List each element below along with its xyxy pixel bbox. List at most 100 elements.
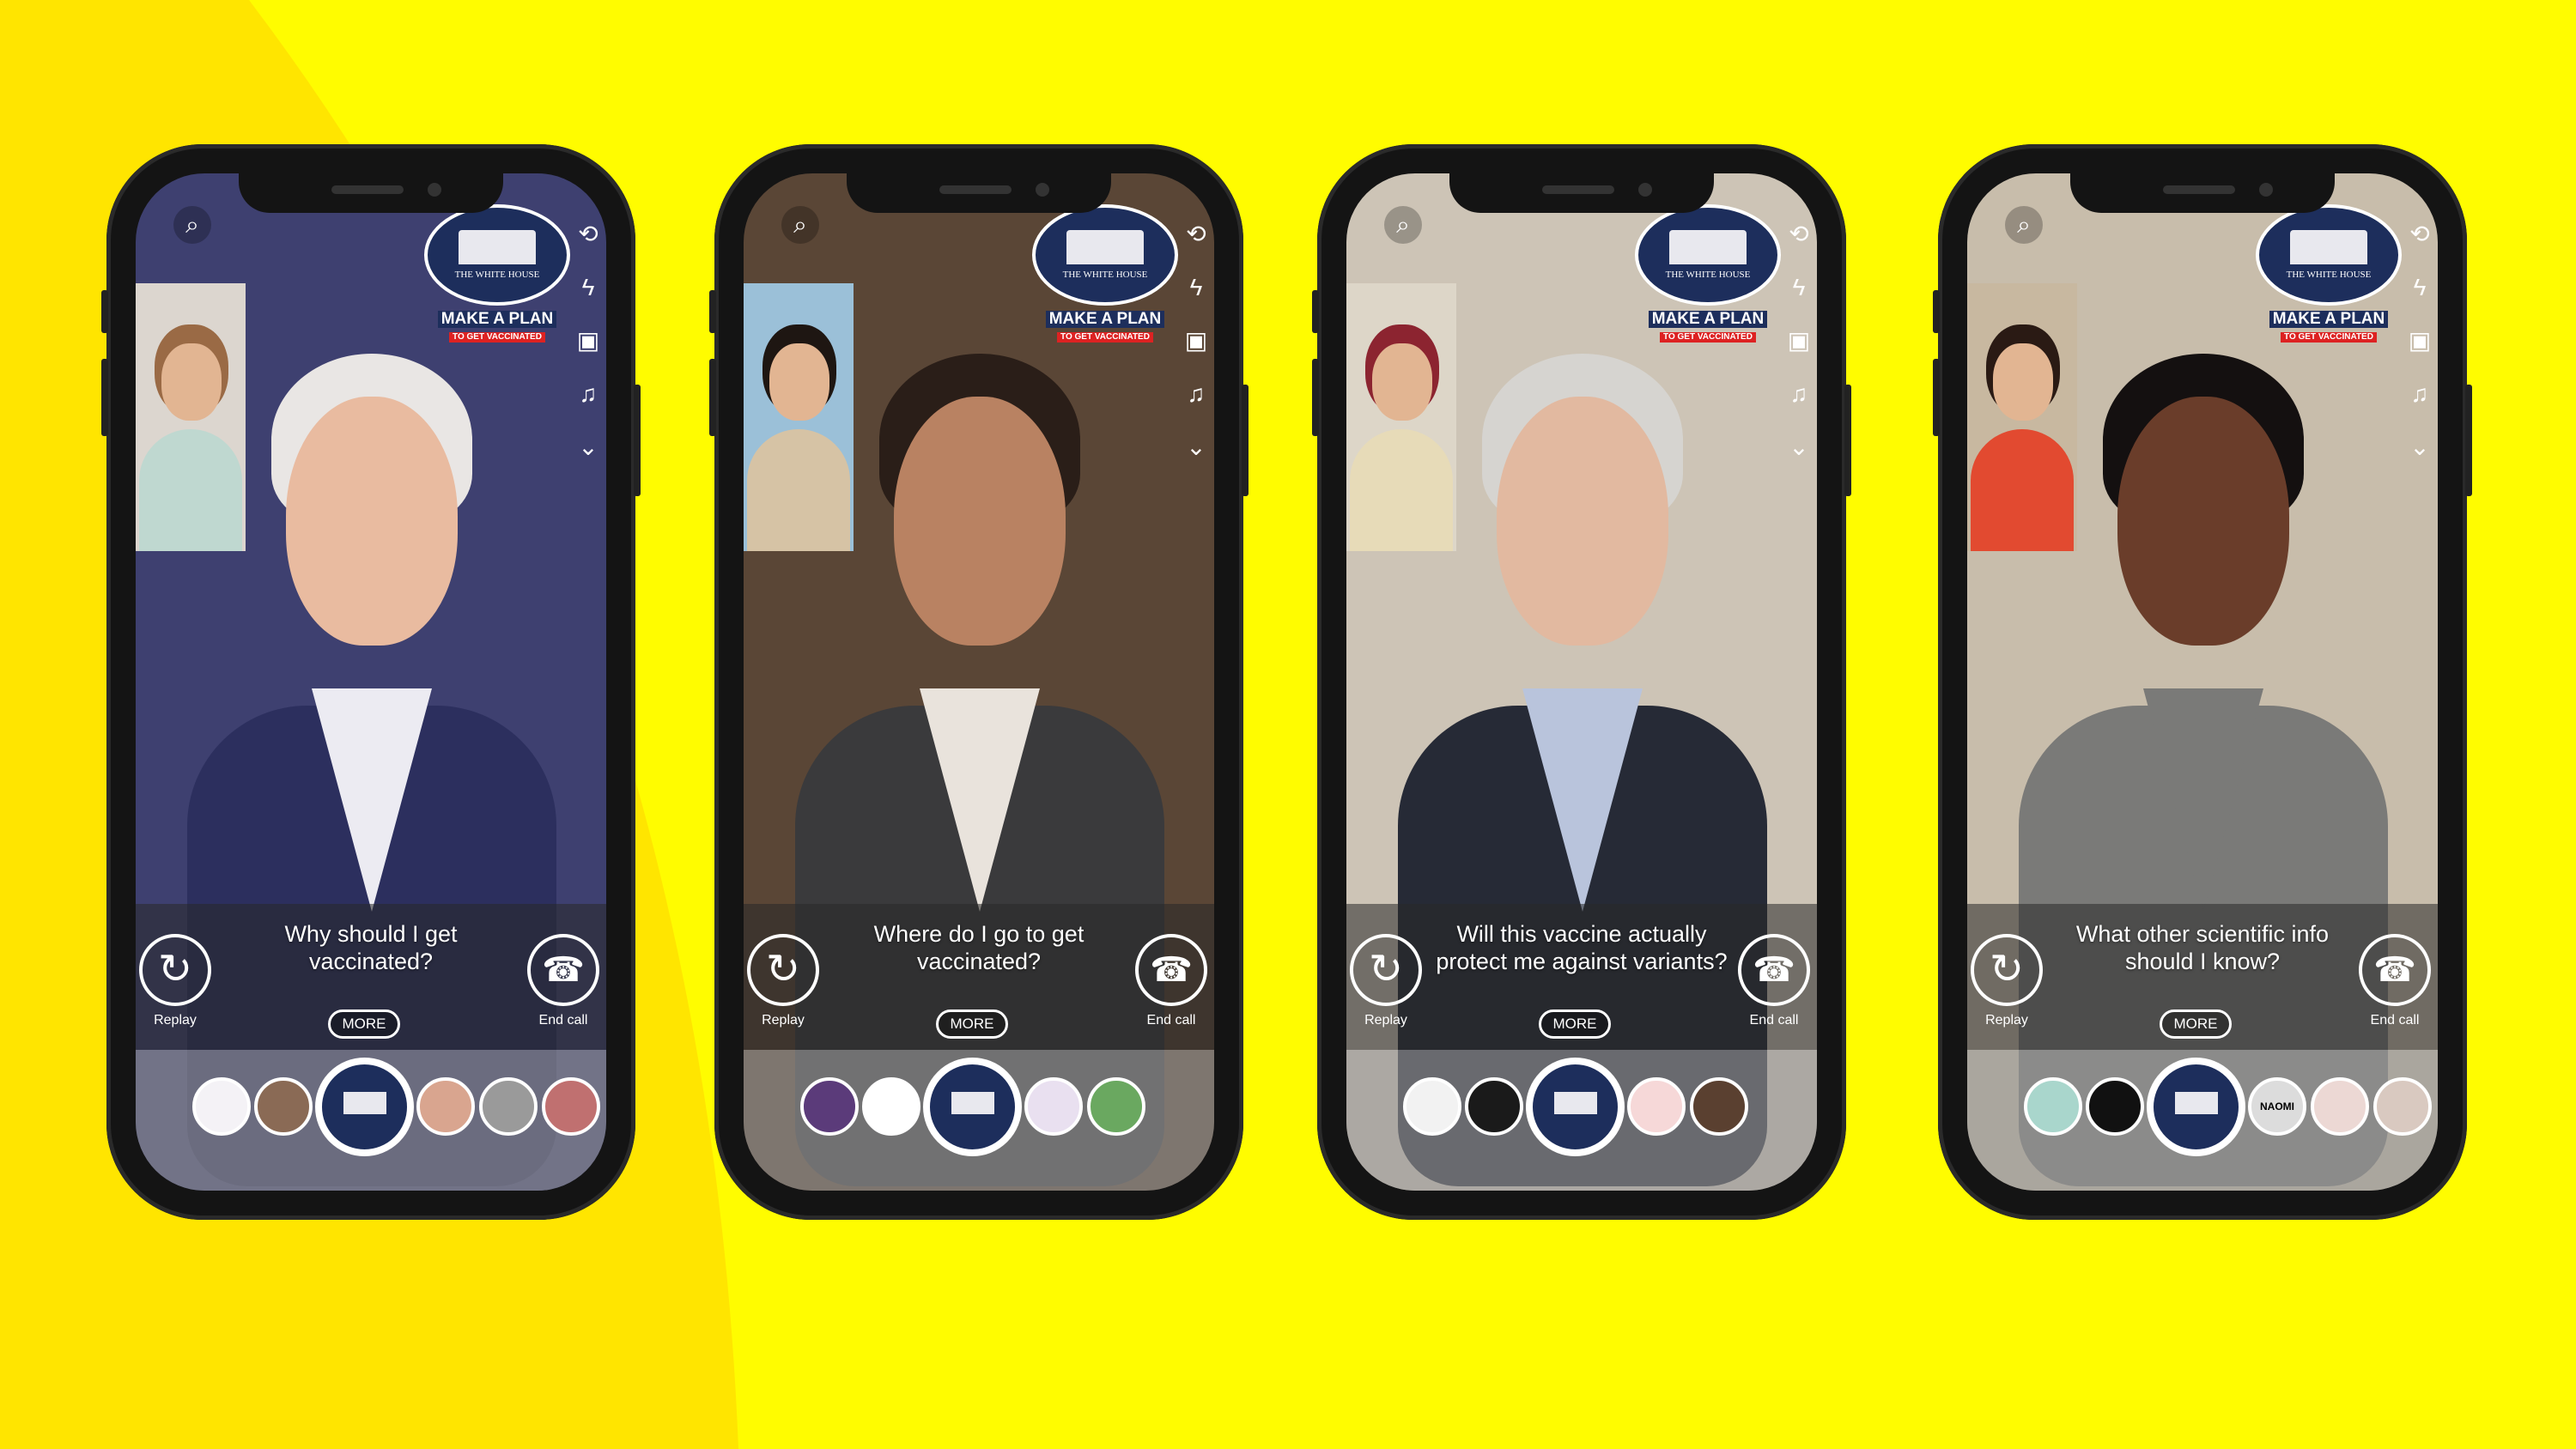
lens-button[interactable]	[2086, 1077, 2144, 1136]
snap-camera-screen: ⌕ THE WHITE HOUSE MAKE A PLAN TO GET VAC…	[136, 173, 606, 1191]
mute-switch	[709, 290, 716, 333]
replay-label: Replay	[1985, 1013, 2028, 1028]
logo-caption: THE WHITE HOUSE	[454, 270, 540, 280]
video-icon[interactable]: ▣	[1182, 314, 1211, 367]
chevron-down-icon[interactable]: ⌄	[1784, 421, 1814, 474]
volume-button	[1312, 359, 1319, 436]
lens-button[interactable]	[542, 1077, 600, 1136]
phone-4: ⌕ THE WHITE HOUSE MAKE A PLAN TO GET VAC…	[1933, 144, 2472, 1220]
replay-label: Replay	[762, 1013, 805, 1028]
make-a-plan-banner: MAKE A PLAN TO GET VACCINATED	[1635, 311, 1781, 343]
notch	[2070, 173, 2335, 213]
person-face	[2117, 397, 2289, 646]
search-icon[interactable]: ⌕	[2005, 206, 2043, 244]
video-icon[interactable]: ▣	[2405, 314, 2434, 367]
end-call-button[interactable]: ☎	[527, 934, 599, 1006]
more-button[interactable]: MORE	[1539, 1009, 1611, 1039]
more-button[interactable]: MORE	[2160, 1009, 2232, 1039]
white-house-lens-button[interactable]	[315, 1058, 414, 1156]
lens-button[interactable]	[1087, 1077, 1145, 1136]
flip-camera-icon[interactable]: ⟲	[1784, 208, 1814, 261]
replay-icon: ↻	[157, 947, 193, 992]
video-icon[interactable]: ▣	[1784, 314, 1814, 367]
lens-button[interactable]	[1465, 1077, 1523, 1136]
self-view-thumbnail[interactable]	[1967, 283, 2077, 551]
plan-line1: MAKE A PLAN	[2269, 311, 2389, 328]
replay-button[interactable]: ↻	[139, 934, 211, 1006]
plan-line1: MAKE A PLAN	[437, 311, 557, 328]
flash-icon[interactable]: ϟ	[1784, 261, 1814, 314]
self-view-thumbnail[interactable]	[744, 283, 854, 551]
music-icon[interactable]: ♫	[2405, 367, 2434, 421]
replay-icon: ↻	[1368, 947, 1404, 992]
logo-caption: THE WHITE HOUSE	[1665, 270, 1751, 280]
search-icon[interactable]: ⌕	[173, 206, 211, 244]
person-face	[286, 397, 458, 646]
music-icon[interactable]: ♫	[574, 367, 603, 421]
camera-toolbar: ⟲ ϟ ▣ ♫ ⌄	[2405, 208, 2434, 474]
lens-button[interactable]	[800, 1077, 859, 1136]
camera-toolbar: ⟲ ϟ ▣ ♫ ⌄	[574, 208, 603, 474]
self-view-thumbnail[interactable]	[1346, 283, 1456, 551]
lens-button[interactable]	[2373, 1077, 2432, 1136]
lens-button[interactable]	[416, 1077, 475, 1136]
phone-2: ⌕ THE WHITE HOUSE MAKE A PLAN TO GET VAC…	[709, 144, 1249, 1220]
search-icon[interactable]: ⌕	[781, 206, 819, 244]
flash-icon[interactable]: ϟ	[2405, 261, 2434, 314]
phone-hangup-icon: ☎	[1753, 951, 1795, 989]
end-call-button[interactable]: ☎	[2359, 934, 2431, 1006]
power-button	[634, 385, 641, 496]
person-face	[894, 397, 1066, 646]
replay-button[interactable]: ↻	[747, 934, 819, 1006]
chevron-down-icon[interactable]: ⌄	[2405, 421, 2434, 474]
plan-line2: TO GET VACCINATED	[1057, 332, 1153, 343]
white-house-lens-button[interactable]	[923, 1058, 1022, 1156]
white-house-logo: THE WHITE HOUSE	[424, 204, 570, 306]
self-view-thumbnail[interactable]	[136, 283, 246, 551]
lens-button[interactable]	[479, 1077, 538, 1136]
end-call-label: End call	[1146, 1013, 1196, 1028]
lens-button[interactable]	[1024, 1077, 1083, 1136]
camera-toolbar: ⟲ ϟ ▣ ♫ ⌄	[1784, 208, 1814, 474]
lens-button[interactable]	[1690, 1077, 1748, 1136]
volume-button	[709, 359, 716, 436]
snap-camera-screen: ⌕ THE WHITE HOUSE MAKE A PLAN TO GET VAC…	[744, 173, 1214, 1191]
lens-button[interactable]: NAOMI	[2248, 1077, 2306, 1136]
video-icon[interactable]: ▣	[574, 314, 603, 367]
lens-button[interactable]	[1627, 1077, 1686, 1136]
power-button	[1844, 385, 1851, 496]
more-button[interactable]: MORE	[936, 1009, 1008, 1039]
flip-camera-icon[interactable]: ⟲	[1182, 208, 1211, 261]
chevron-down-icon[interactable]: ⌄	[1182, 421, 1211, 474]
lens-button[interactable]	[1403, 1077, 1461, 1136]
lens-button[interactable]	[2311, 1077, 2369, 1136]
lens-button[interactable]	[192, 1077, 251, 1136]
plan-line2: TO GET VACCINATED	[2281, 332, 2377, 343]
white-house-icon	[951, 1092, 994, 1114]
flip-camera-icon[interactable]: ⟲	[2405, 208, 2434, 261]
phone-hangup-icon: ☎	[2373, 951, 2416, 989]
more-button[interactable]: MORE	[328, 1009, 400, 1039]
phone-hangup-icon: ☎	[1150, 951, 1193, 989]
end-call-button[interactable]: ☎	[1135, 934, 1207, 1006]
music-icon[interactable]: ♫	[1182, 367, 1211, 421]
end-call-button[interactable]: ☎	[1738, 934, 1810, 1006]
make-a-plan-banner: MAKE A PLAN TO GET VACCINATED	[2256, 311, 2402, 343]
flash-icon[interactable]: ϟ	[1182, 261, 1211, 314]
lens-button[interactable]	[2024, 1077, 2082, 1136]
white-house-icon	[343, 1092, 386, 1114]
flash-icon[interactable]: ϟ	[574, 261, 603, 314]
replay-button[interactable]: ↻	[1971, 934, 2043, 1006]
white-house-lens-button[interactable]	[1526, 1058, 1625, 1156]
search-icon[interactable]: ⌕	[1384, 206, 1422, 244]
music-icon[interactable]: ♫	[1784, 367, 1814, 421]
flip-camera-icon[interactable]: ⟲	[574, 208, 603, 261]
lens-button[interactable]	[862, 1077, 920, 1136]
replay-button[interactable]: ↻	[1350, 934, 1422, 1006]
white-house-lens-button[interactable]	[2147, 1058, 2245, 1156]
lens-button[interactable]	[254, 1077, 313, 1136]
white-house-logo: THE WHITE HOUSE	[2256, 204, 2402, 306]
chevron-down-icon[interactable]: ⌄	[574, 421, 603, 474]
end-call-label: End call	[2370, 1013, 2420, 1028]
question-text: Where do I go to get vaccinated?	[873, 921, 1084, 974]
